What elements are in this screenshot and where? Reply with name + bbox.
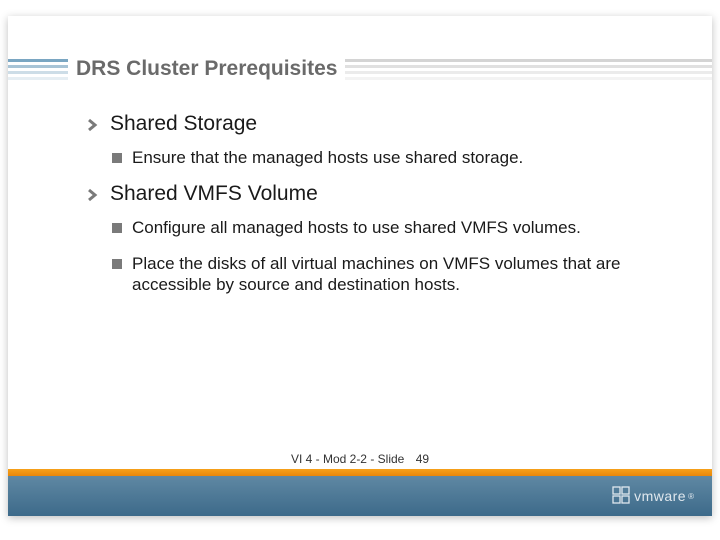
subbullet-text: Place the disks of all virtual machines … bbox=[132, 253, 672, 296]
bullet-text: Shared VMFS Volume bbox=[110, 182, 318, 206]
subbullet-text: Configure all managed hosts to use share… bbox=[132, 217, 581, 238]
vmware-boxes-icon bbox=[612, 486, 632, 506]
registered-mark: ® bbox=[688, 492, 694, 501]
square-bullet-icon bbox=[112, 259, 122, 269]
title-stripes-left bbox=[8, 59, 68, 80]
square-bullet-icon bbox=[112, 153, 122, 163]
chevron-right-icon bbox=[86, 188, 100, 207]
title-stripes-right bbox=[345, 59, 712, 80]
square-bullet-icon bbox=[112, 223, 122, 233]
subbullet-text: Ensure that the managed hosts use shared… bbox=[132, 147, 523, 168]
title-row: DRS Cluster Prerequisites bbox=[8, 56, 712, 82]
chevron-right-icon bbox=[86, 118, 100, 137]
footer-label: VI 4 - Mod 2-2 - Slide bbox=[291, 452, 404, 466]
slide-title: DRS Cluster Prerequisites bbox=[68, 57, 345, 81]
bullet-lvl1: Shared VMFS Volume bbox=[86, 182, 672, 207]
footer-band: vmware® bbox=[8, 476, 712, 516]
bullet-lvl2: Place the disks of all virtual machines … bbox=[112, 253, 672, 296]
footer-text: VI 4 - Mod 2-2 - Slide 49 bbox=[8, 452, 712, 466]
bullet-lvl1: Shared Storage bbox=[86, 112, 672, 137]
content-area: Shared Storage Ensure that the managed h… bbox=[86, 112, 672, 309]
bullet-text: Shared Storage bbox=[110, 112, 257, 136]
slide-card: DRS Cluster Prerequisites Shared Storage… bbox=[8, 16, 712, 516]
accent-strip bbox=[8, 469, 712, 476]
vmware-logo: vmware® bbox=[612, 484, 694, 508]
bullet-lvl2: Configure all managed hosts to use share… bbox=[112, 217, 672, 238]
slide-number: 49 bbox=[416, 452, 429, 466]
brand-text: vmware bbox=[634, 488, 686, 504]
bullet-lvl2: Ensure that the managed hosts use shared… bbox=[112, 147, 672, 168]
